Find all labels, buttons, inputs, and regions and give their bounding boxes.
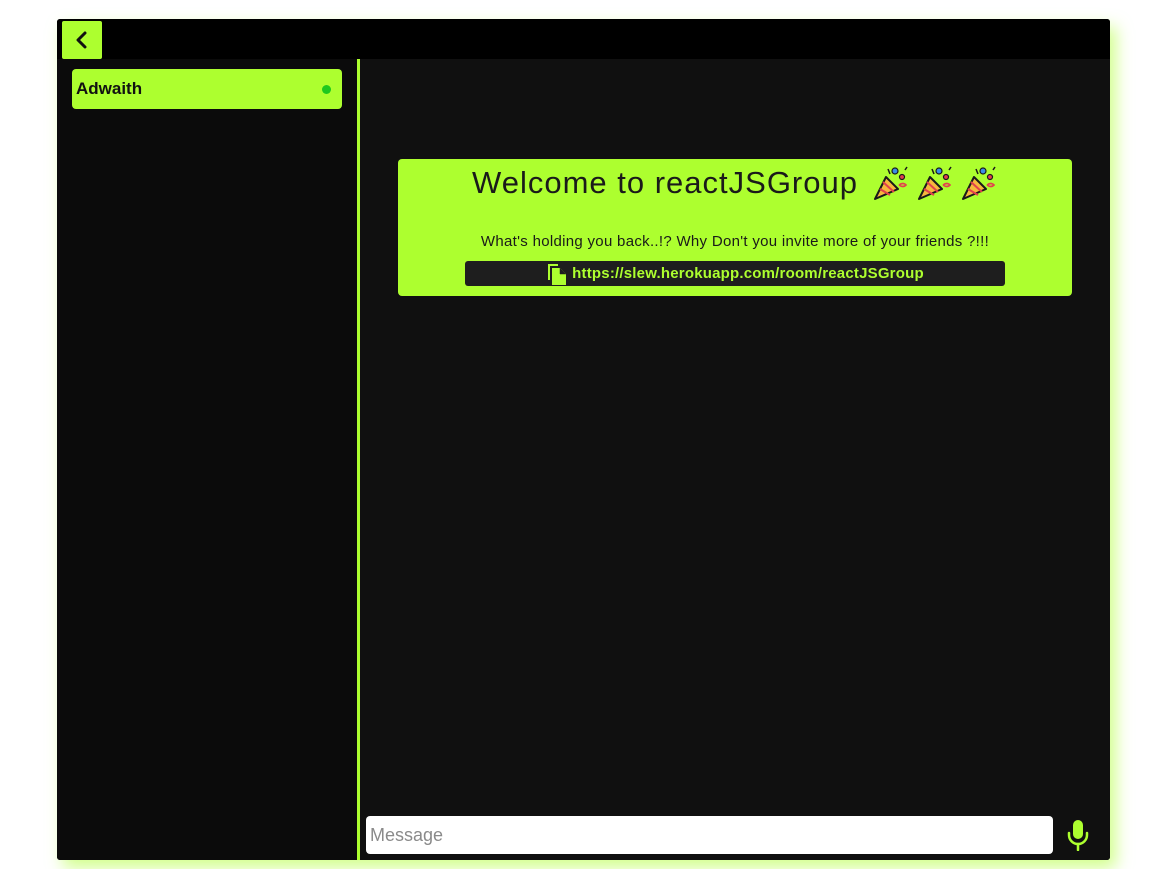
chevron-left-icon: [76, 31, 87, 49]
back-button[interactable]: [62, 21, 102, 59]
top-bar: [57, 19, 1110, 59]
welcome-card: Welcome to reactJSGroup What's holding y…: [398, 159, 1072, 296]
microphone-button[interactable]: [1066, 819, 1090, 851]
copy-icon[interactable]: [546, 262, 568, 286]
welcome-title: Welcome to reactJSGroup: [472, 165, 858, 200]
invite-link-url[interactable]: https://slew.herokuapp.com/room/reactJSG…: [572, 265, 924, 282]
microphone-icon[interactable]: [1066, 819, 1090, 851]
party-popper-icon: [961, 166, 996, 200]
chat-panel: Welcome to reactJSGroup What's holding y…: [360, 59, 1110, 860]
user-name: Adwaith: [76, 79, 143, 98]
party-popper-icon: [917, 166, 952, 200]
message-input[interactable]: [366, 816, 1053, 854]
party-icons: [872, 165, 998, 201]
invite-link-box[interactable]: https://slew.herokuapp.com/room/reactJSG…: [465, 261, 1005, 286]
invite-message: What's holding you back..!? Why Don't yo…: [480, 233, 990, 250]
online-status-dot: [322, 84, 331, 94]
chat-app-window: Adwaith Welcome to reactJSGroup What's h…: [57, 19, 1110, 860]
sidebar-item-user[interactable]: Adwaith: [72, 69, 342, 109]
users-sidebar: Adwaith: [57, 59, 357, 860]
welcome-title-row: Welcome to reactJSGroup: [398, 165, 1072, 201]
party-popper-icon: [873, 166, 908, 200]
